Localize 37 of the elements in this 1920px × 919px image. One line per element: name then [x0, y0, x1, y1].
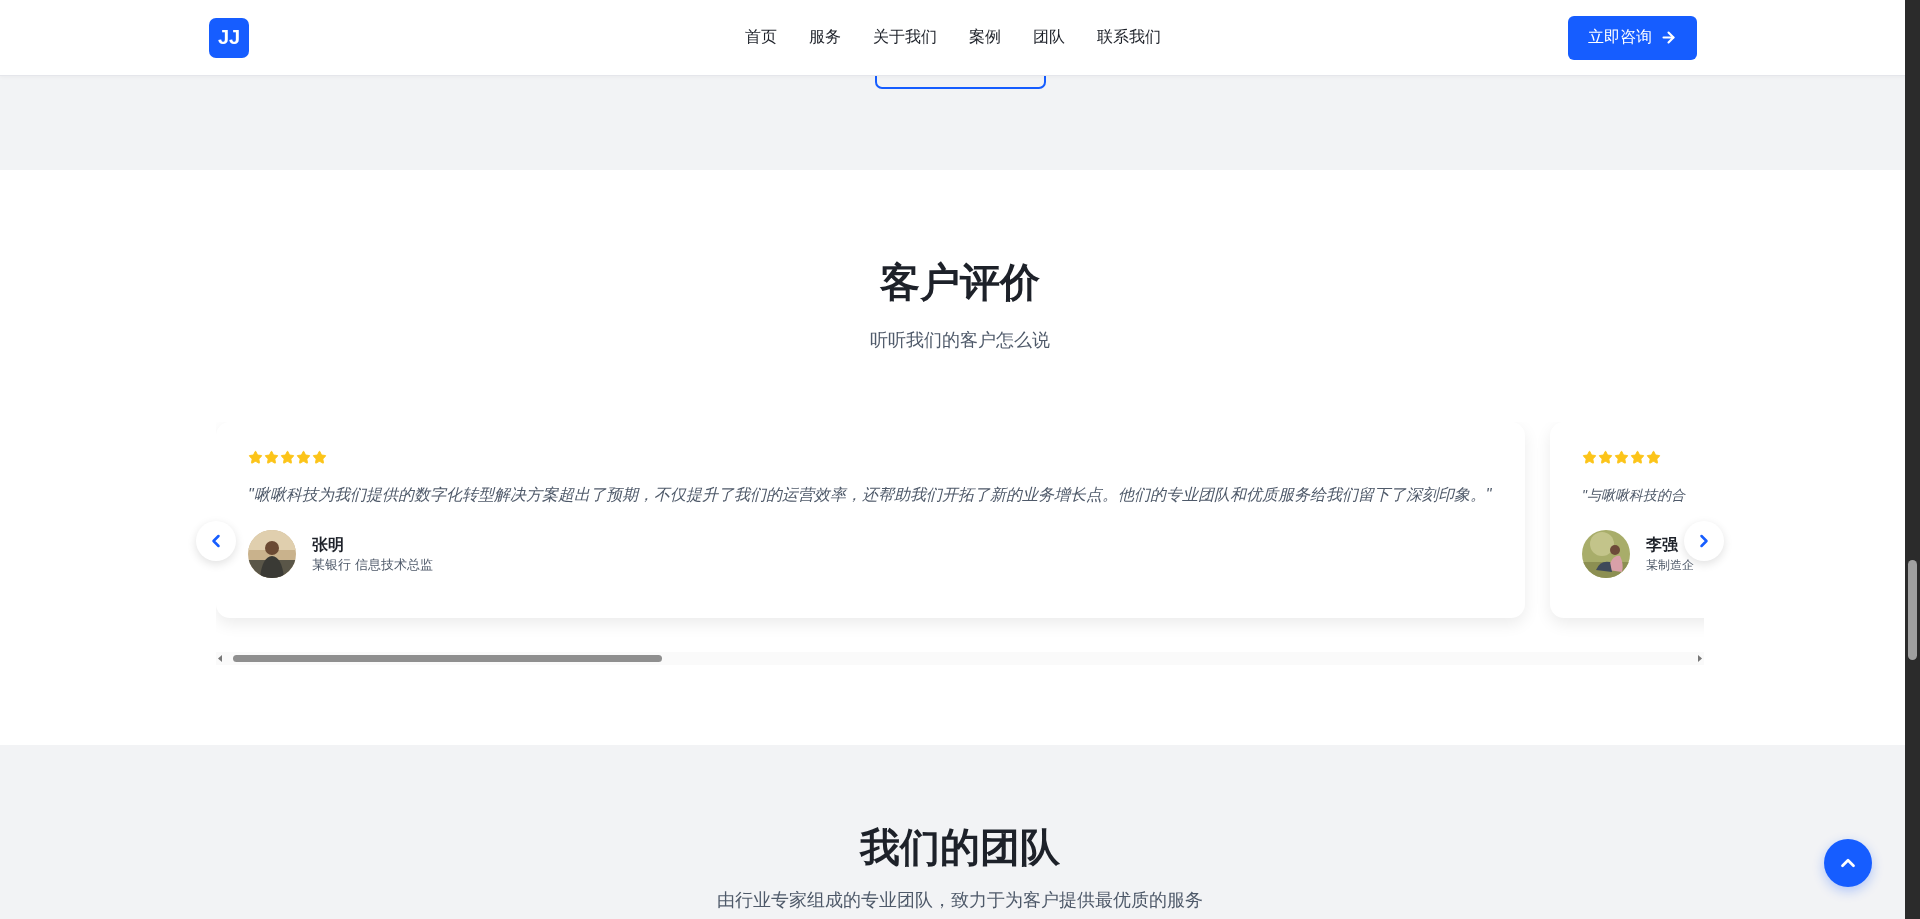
nav-link[interactable]: 团队 — [1033, 27, 1065, 48]
arrow-right-icon — [1660, 29, 1677, 46]
nav-link[interactable]: 联系我们 — [1097, 27, 1161, 48]
consult-button[interactable]: 立即咨询 — [1568, 15, 1697, 60]
star-icon — [1614, 450, 1629, 465]
next-button[interactable] — [1684, 521, 1724, 561]
star-icon — [1630, 450, 1645, 465]
scroll-right-icon[interactable] — [1697, 655, 1702, 662]
nav-link[interactable]: 案例 — [969, 27, 1001, 48]
scrollbar-thumb[interactable] — [233, 655, 662, 662]
section-title: 客户评价 — [880, 259, 1040, 306]
star-icon — [1598, 450, 1613, 465]
scroll-left-icon[interactable] — [218, 655, 223, 662]
nav-link[interactable]: 服务 — [809, 27, 841, 48]
section-title: 我们的团队 — [860, 824, 1060, 871]
client-name: 李强 — [1646, 535, 1679, 555]
star-icon — [296, 450, 311, 465]
star-icon — [1646, 450, 1661, 465]
nav-link[interactable]: 首页 — [745, 27, 777, 48]
scrollbar-thumb[interactable] — [1908, 560, 1917, 660]
previous-button[interactable] — [196, 521, 236, 561]
logo[interactable]: JJ — [209, 17, 249, 58]
star-icon — [312, 450, 327, 465]
star-icon — [264, 450, 279, 465]
section-subtitle: 听听我们的客户怎么说 — [870, 329, 1050, 352]
section-subtitle: 由行业专家组成的专业团队，致力于为客户提供最优质的服务 — [717, 889, 1203, 912]
testimonial-quote: "与啾啾科技的合 — [1582, 486, 1687, 505]
client-name: 张明 — [312, 535, 345, 555]
horizontal-scrollbar[interactable] — [216, 652, 1704, 665]
client-role: 某制造企 — [1646, 557, 1694, 574]
nav-link[interactable]: 关于我们 — [873, 27, 937, 48]
star-icon — [248, 450, 263, 465]
page-scrollbar[interactable] — [1905, 0, 1920, 919]
client-role: 某银行 信息技术总监 — [312, 556, 433, 574]
star-icon — [280, 450, 295, 465]
star-icon — [1582, 450, 1597, 465]
testimonial-quote: "啾啾科技为我们提供的数字化转型解决方案超出了预期，不仅提升了我们的运营效率，还帮助我们开拓了新的业务增长点。他们的专业团队和优质服务给我们留下了深刻印象。" — [248, 485, 1493, 505]
